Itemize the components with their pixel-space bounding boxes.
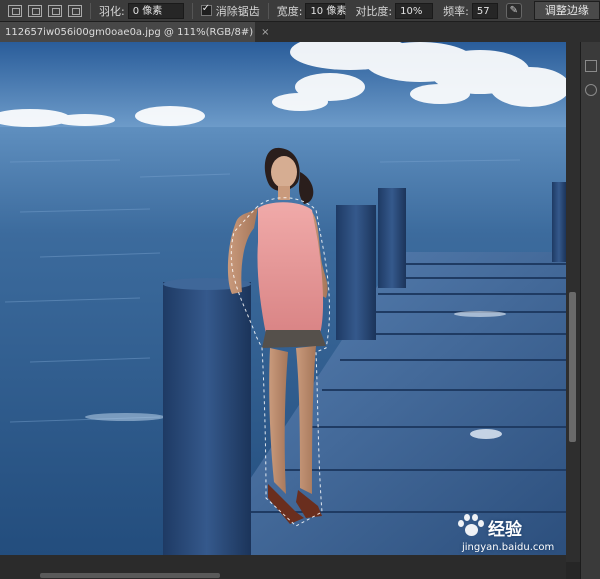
pier-post bbox=[336, 205, 376, 340]
new-selection-icon[interactable] bbox=[8, 4, 22, 17]
vertical-scroll-thumb[interactable] bbox=[569, 292, 576, 442]
width-input[interactable]: 10 像素 bbox=[305, 2, 346, 19]
watermark-name: 经验 bbox=[488, 519, 522, 540]
baidu-watermark: 经验 jingyan.baidu.com bbox=[456, 512, 566, 555]
feather-label: 羽化: bbox=[99, 4, 125, 18]
contrast-input[interactable]: 10% bbox=[395, 2, 434, 19]
divider bbox=[267, 2, 269, 19]
divider bbox=[90, 2, 91, 19]
vertical-scrollbar[interactable] bbox=[566, 42, 580, 562]
horizontal-scrollbar[interactable] bbox=[0, 555, 566, 579]
frequency-label: 频率: bbox=[443, 4, 469, 18]
baidu-paw-icon bbox=[456, 513, 486, 541]
stylus-pressure-icon[interactable]: ✎ bbox=[505, 2, 522, 19]
panel-dock-strip bbox=[580, 42, 600, 579]
pier-post bbox=[552, 182, 566, 262]
pier-post-front bbox=[163, 282, 251, 555]
subtract-selection-icon[interactable] bbox=[48, 4, 62, 17]
options-bar: 羽化: 0 像素 消除锯齿 宽度: 10 像素 对比度: 10% 频率: 57 … bbox=[0, 0, 600, 22]
antialias-label: 消除锯齿 bbox=[215, 4, 260, 18]
panel-icon[interactable] bbox=[585, 60, 597, 72]
intersect-selection-icon[interactable] bbox=[68, 4, 82, 17]
close-icon[interactable]: × bbox=[261, 27, 269, 38]
document-canvas[interactable]: 经验 jingyan.baidu.com bbox=[0, 42, 566, 555]
document-tab[interactable]: 112657iw056i00gm0oae0a.jpg @ 111%(RGB/8#… bbox=[0, 22, 270, 42]
contrast-label: 对比度: bbox=[355, 4, 393, 18]
antialias-checkbox[interactable] bbox=[200, 3, 212, 16]
document-title: 112657iw056i00gm0oae0a.jpg @ 111%(RGB/8#… bbox=[5, 26, 254, 38]
document-tab-bar: 112657iw056i00gm0oae0a.jpg @ 111%(RGB/8#… bbox=[0, 22, 600, 43]
watermark-url: jingyan.baidu.com bbox=[462, 542, 555, 553]
width-label: 宽度: bbox=[276, 4, 303, 18]
pier-post bbox=[378, 188, 406, 288]
add-to-selection-icon[interactable] bbox=[28, 4, 42, 17]
refine-edge-button[interactable]: 调整边缘 bbox=[533, 1, 600, 20]
divider bbox=[191, 2, 193, 19]
frequency-input[interactable]: 57 bbox=[471, 2, 498, 19]
panel-icon[interactable] bbox=[585, 84, 597, 96]
feather-input[interactable]: 0 像素 bbox=[127, 2, 184, 19]
horizontal-scroll-thumb[interactable] bbox=[40, 573, 220, 578]
photo-image bbox=[0, 42, 566, 555]
